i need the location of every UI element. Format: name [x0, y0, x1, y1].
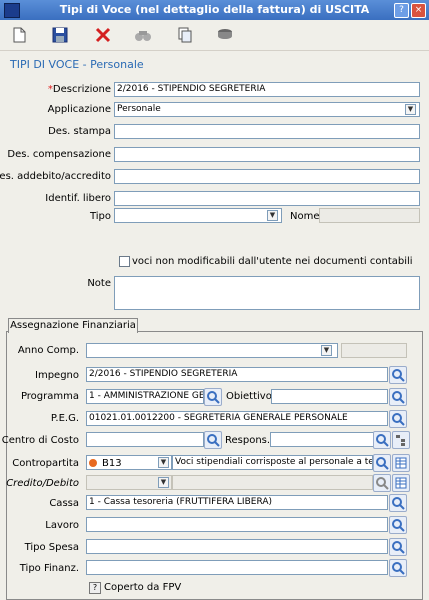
search-icon[interactable] [389, 559, 407, 577]
centro-costo-label: Centro di Costo [1, 435, 79, 446]
centro-costo-field[interactable] [86, 432, 204, 447]
des-stampa-field[interactable] [114, 124, 420, 139]
search-icon[interactable] [389, 366, 407, 384]
des-addebito-label: Des. addebito/accredito [0, 171, 111, 182]
chevron-down-icon[interactable]: ▼ [267, 210, 278, 221]
close-button[interactable]: × [411, 3, 426, 18]
obiettivo-field[interactable] [271, 389, 388, 404]
obiettivo-label: Obiettivo [226, 391, 272, 402]
status-dot-icon [89, 459, 97, 467]
non-modificabili-label: voci non modificabili dall'utente nei do… [132, 256, 413, 267]
copy-icon[interactable] [176, 26, 194, 44]
cassa-label: Cassa [49, 498, 79, 509]
identif-libero-label: Identif. libero [45, 193, 111, 204]
des-compensazione-field[interactable] [114, 147, 420, 162]
identif-libero-field[interactable] [114, 191, 420, 206]
des-stampa-label: Des. stampa [48, 126, 111, 137]
peg-field[interactable]: 01021.01.0012200 - SEGRETERIA GENERALE P… [86, 411, 388, 426]
tipo-label: Tipo [89, 211, 111, 222]
note-label: Note [87, 278, 111, 289]
table-icon[interactable] [392, 474, 410, 492]
applicazione-label: Applicazione [47, 104, 111, 115]
search-icon[interactable] [389, 516, 407, 534]
chevron-down-icon: ▼ [158, 477, 169, 488]
respons-field[interactable] [270, 432, 374, 447]
anno-comp-select[interactable] [86, 343, 338, 358]
search-icon[interactable] [389, 388, 407, 406]
search-icon[interactable] [204, 431, 222, 449]
section-title: TIPI DI VOCE - Personale [10, 58, 144, 71]
contropartita-desc-field[interactable]: Voci stipendiali corrisposte al personal… [172, 455, 373, 470]
search-icon[interactable] [373, 474, 391, 492]
applicazione-select[interactable]: Personale [114, 102, 420, 117]
save-icon[interactable] [51, 26, 69, 44]
non-modificabili-checkbox[interactable] [119, 256, 130, 267]
tipo-finanz-field[interactable] [86, 560, 388, 575]
nome-label: Nome [290, 211, 320, 222]
anno-comp-extra-field [341, 343, 407, 358]
window-title: Tipi di Voce (nel dettaglio della fattur… [59, 3, 370, 16]
descrizione-label: *Descrizione [47, 84, 111, 95]
credito-debito-label: Credito/Debito [6, 478, 79, 489]
descrizione-field[interactable]: 2/2016 - STIPENDIO SEGRETERIA [114, 82, 420, 97]
search-icon[interactable] [389, 410, 407, 428]
note-field[interactable] [114, 276, 420, 310]
title-bar: Tipi di Voce (nel dettaglio della fattur… [0, 0, 429, 20]
filter-icon[interactable] [216, 26, 234, 44]
search-icon[interactable] [389, 538, 407, 556]
anno-comp-label: Anno Comp. [17, 345, 79, 356]
help-button[interactable]: ? [394, 3, 409, 18]
tree-icon[interactable] [392, 431, 410, 449]
tipo-spesa-field[interactable] [86, 539, 388, 554]
chevron-down-icon[interactable]: ▼ [321, 345, 332, 356]
des-compensazione-label: Des. compensazione [7, 149, 111, 160]
chevron-down-icon[interactable]: ▼ [405, 104, 416, 115]
nome-field [319, 208, 420, 223]
search-icon[interactable] [389, 494, 407, 512]
tab-assegnazione-finanziaria[interactable]: Assegnazione Finanziaria [8, 318, 138, 333]
delete-icon[interactable] [94, 26, 112, 44]
programma-label: Programma [20, 391, 79, 402]
lavoro-label: Lavoro [45, 520, 79, 531]
tipo-finanz-label: Tipo Finanz. [19, 563, 79, 574]
peg-label: P.E.G. [50, 413, 79, 424]
chevron-down-icon[interactable]: ▼ [158, 457, 169, 468]
programma-field[interactable]: 1 - AMMINISTRAZIONE GEN [86, 389, 204, 404]
coperto-fpv-label: Coperto da FPV [104, 582, 182, 593]
search-icon[interactable] [373, 431, 391, 449]
contropartita-code: B13 [102, 458, 122, 469]
tipo-select[interactable] [114, 208, 282, 223]
lavoro-field[interactable] [86, 517, 388, 532]
search-icon[interactable] [373, 454, 391, 472]
impegno-field[interactable]: 2/2016 - STIPENDIO SEGRETERIA [86, 367, 388, 382]
cassa-field[interactable]: 1 - Cassa tesoreria (FRUTTIFERA LIBERA) [86, 495, 388, 510]
question-checkbox-icon[interactable]: ? [89, 582, 101, 594]
contropartita-label: Contropartita [12, 458, 79, 469]
binoculars-icon[interactable] [134, 26, 152, 44]
respons-label: Respons. [225, 435, 271, 446]
search-icon[interactable] [204, 388, 222, 406]
des-addebito-field[interactable] [114, 169, 420, 184]
impegno-label: Impegno [35, 370, 79, 381]
table-icon[interactable] [392, 454, 410, 472]
toolbar [0, 20, 429, 51]
tipo-spesa-label: Tipo Spesa [24, 542, 79, 553]
new-document-icon[interactable] [10, 26, 28, 44]
credito-debito-desc-field [172, 475, 373, 490]
